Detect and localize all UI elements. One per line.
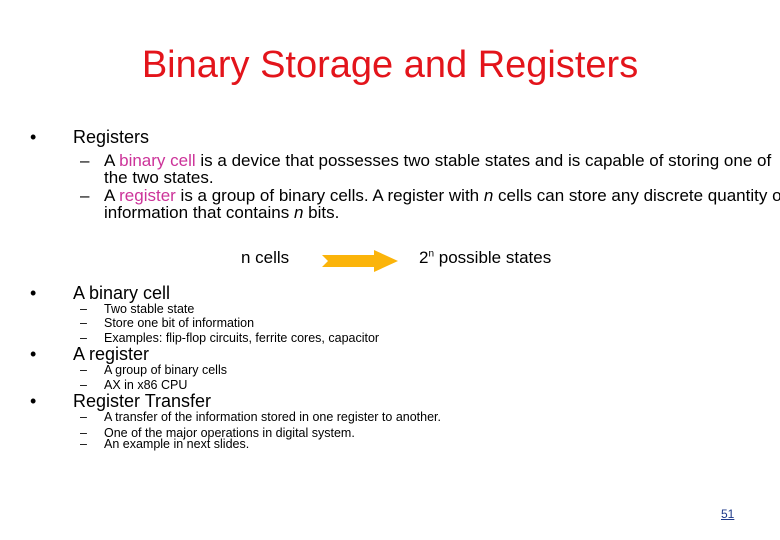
page-number: 51 [721, 507, 735, 521]
section-heading-registers: Registers [73, 127, 150, 147]
bullet-icon: • [30, 344, 37, 364]
dash-icon: – [80, 437, 87, 451]
bullet-icon: • [30, 127, 37, 147]
list-item: Two stable state [104, 302, 195, 316]
list-item: Examples: flip-flop circuits, ferrite co… [104, 331, 380, 345]
dash-icon: – [80, 302, 87, 316]
bullet-icon: • [30, 391, 37, 411]
right-arrow-icon [322, 250, 398, 272]
register-definition-line2: information that contains n bits. [104, 203, 340, 222]
list-item: An example in next slides. [104, 437, 250, 451]
list-item: A group of binary cells [104, 363, 227, 377]
list-item: A transfer of the information stored in … [104, 410, 441, 424]
dash-icon: – [80, 363, 87, 377]
possible-states-label: 2n possible states [419, 248, 552, 267]
dash-icon: – [80, 378, 87, 392]
dash-icon: – [80, 410, 87, 424]
section-heading-register-transfer: Register Transfer [73, 391, 212, 411]
binary-cell-definition-line2: the two states. [104, 168, 214, 187]
list-item: AX in x86 CPU [104, 378, 188, 392]
section-heading-register: A register [73, 344, 150, 364]
arrow-shape [322, 250, 398, 272]
slide-title: Binary Storage and Registers [141, 44, 639, 86]
section-heading-binary-cell: A binary cell [73, 283, 171, 303]
dash-icon: – [80, 151, 90, 170]
bullet-icon: • [30, 283, 37, 303]
dash-icon: – [80, 316, 87, 330]
list-item: Store one bit of information [104, 316, 255, 330]
dash-icon: – [80, 331, 87, 345]
dash-icon: – [80, 186, 90, 205]
n-cells-label: n cells [241, 248, 290, 267]
